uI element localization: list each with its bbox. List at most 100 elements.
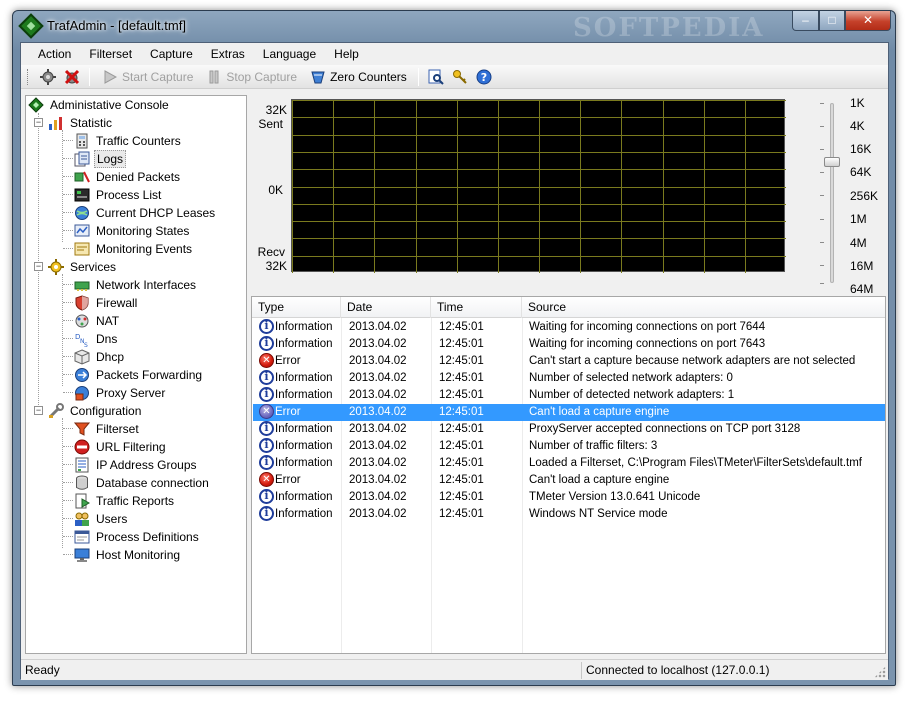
tree-item-network-interfaces[interactable]: Network Interfaces bbox=[74, 276, 198, 294]
configuration-expander[interactable]: − bbox=[34, 406, 43, 415]
error-icon bbox=[259, 353, 274, 368]
log-source: Number of detected network adapters: 1 bbox=[529, 389, 735, 401]
watermark: SOFTPEDIA bbox=[573, 13, 765, 43]
tree-item-ip-address-groups[interactable]: IP Address Groups bbox=[74, 456, 199, 474]
error-icon bbox=[259, 404, 274, 419]
tree-node-statistic[interactable]: Statistic bbox=[48, 114, 114, 132]
log-row[interactable]: Information 2013.04.02 12:45:01 TMeter Vers… bbox=[253, 489, 885, 506]
tree-item-process-definitions[interactable]: Process Definitions bbox=[74, 528, 201, 546]
info-icon bbox=[259, 506, 274, 521]
log-row[interactable]: Information 2013.04.02 12:45:01 Windows NT … bbox=[253, 506, 885, 523]
proxy-icon bbox=[74, 385, 90, 401]
tree-item-users[interactable]: Users bbox=[74, 510, 129, 528]
start-capture-button[interactable]: Start Capture bbox=[95, 68, 199, 86]
find-icon[interactable] bbox=[427, 68, 445, 86]
error-icon bbox=[259, 472, 274, 487]
info-icon bbox=[259, 387, 274, 402]
maximize-button[interactable]: □ bbox=[819, 11, 845, 31]
menu-language[interactable]: Language bbox=[254, 43, 325, 65]
sent-label: Sent bbox=[258, 117, 283, 131]
log-type: Information bbox=[275, 440, 333, 452]
log-type: Error bbox=[275, 474, 301, 486]
scale-slider-thumb[interactable] bbox=[824, 157, 840, 167]
log-row[interactable]: Information 2013.04.02 12:45:01 Loaded a Fi… bbox=[253, 455, 885, 472]
log-time: 12:45:01 bbox=[439, 508, 484, 520]
tree-item-denied-packets[interactable]: Denied Packets bbox=[74, 168, 182, 186]
tree-item-traffic-counters[interactable]: Traffic Counters bbox=[74, 132, 183, 150]
services-expander[interactable]: − bbox=[34, 262, 43, 271]
tree-node-services-label: Services bbox=[70, 260, 117, 274]
tree-item-traffic-reports[interactable]: Traffic Reports bbox=[74, 492, 176, 510]
menu-action[interactable]: Action bbox=[29, 43, 80, 65]
stop-capture-button[interactable]: Stop Capture bbox=[199, 68, 303, 86]
log-source: Loaded a Filterset, C:\Program Files\TMe… bbox=[529, 457, 862, 469]
log-row[interactable]: Information 2013.04.02 12:45:01 ProxyServer… bbox=[253, 421, 885, 438]
zero-counters-label: Zero Counters bbox=[330, 69, 407, 84]
settings-icon[interactable] bbox=[39, 68, 57, 86]
tree-item-dhcp[interactable]: Dhcp bbox=[74, 348, 126, 366]
disconnect-icon[interactable] bbox=[63, 68, 81, 86]
tree-item-label: Monitoring States bbox=[96, 224, 190, 238]
users-icon bbox=[74, 511, 90, 527]
log-row[interactable]: Information 2013.04.02 12:45:01 Waiting for… bbox=[253, 319, 885, 336]
tree-item-monitoring-events[interactable]: Monitoring Events bbox=[74, 240, 194, 258]
toolbar-grip[interactable] bbox=[27, 68, 30, 85]
dns-icon: DNS bbox=[74, 331, 90, 349]
log-row[interactable]: Information 2013.04.02 12:45:01 Waiting for… bbox=[253, 336, 885, 353]
log-list[interactable]: Type Date Time Source Information 2013.04… bbox=[251, 296, 886, 654]
tree-item-packets-forwarding[interactable]: Packets Forwarding bbox=[74, 366, 204, 384]
column-header-time[interactable]: Time bbox=[431, 297, 522, 318]
log-source: ProxyServer accepted connections on TCP … bbox=[529, 423, 801, 435]
tree-root[interactable]: Administative Console bbox=[28, 96, 171, 114]
tree-item-logs[interactable]: Logs bbox=[74, 150, 127, 168]
recv-label: Recv bbox=[257, 245, 285, 259]
log-row[interactable]: Error 2013.04.02 12:45:01 Can't start a cap… bbox=[253, 353, 885, 370]
traffic-graph bbox=[291, 99, 787, 274]
log-row[interactable]: Information 2013.04.02 12:45:01 Number of t… bbox=[253, 438, 885, 455]
menu-extras[interactable]: Extras bbox=[202, 43, 254, 65]
svg-text:S: S bbox=[84, 342, 88, 347]
statistic-expander[interactable]: − bbox=[34, 118, 43, 127]
resize-grip[interactable] bbox=[874, 666, 886, 678]
info-icon bbox=[259, 319, 274, 334]
tree-item-firewall[interactable]: Firewall bbox=[74, 294, 139, 312]
tree-item-proxy-server[interactable]: Proxy Server bbox=[74, 384, 167, 402]
log-time: 12:45:01 bbox=[439, 389, 484, 401]
minimize-button[interactable]: – bbox=[792, 11, 819, 31]
log-date: 2013.04.02 bbox=[349, 423, 407, 435]
title-bar[interactable]: TrafAdmin - [default.tmf] SOFTPEDIA – □ … bbox=[13, 11, 895, 43]
tree-item-process-list[interactable]: Process List bbox=[74, 186, 163, 204]
menu-bar: Action Filterset Capture Extras Language… bbox=[21, 43, 888, 65]
log-row[interactable]: Error 2013.04.02 12:45:01 Can't load a capt… bbox=[253, 472, 885, 489]
log-row[interactable]: Error 2013.04.02 12:45:01 Can't load a capt… bbox=[253, 404, 885, 421]
tree-item-nat[interactable]: NAT bbox=[74, 312, 121, 330]
zero-counters-button[interactable]: Zero Counters bbox=[303, 68, 413, 86]
keys-icon[interactable] bbox=[451, 68, 469, 86]
menu-filterset[interactable]: Filterset bbox=[80, 43, 141, 65]
scale-label-1m: 1M bbox=[850, 212, 867, 226]
column-header-date[interactable]: Date bbox=[341, 297, 431, 318]
tree-item-dhcp-leases[interactable]: Current DHCP Leases bbox=[74, 204, 217, 222]
menu-capture[interactable]: Capture bbox=[141, 43, 202, 65]
tree-item-filterset[interactable]: Filterset bbox=[73, 420, 141, 438]
column-header-type[interactable]: Type bbox=[252, 297, 341, 318]
tree-item-host-monitoring[interactable]: Host Monitoring bbox=[74, 546, 182, 564]
tree-node-services[interactable]: Services bbox=[48, 258, 118, 276]
help-icon[interactable]: ? bbox=[475, 68, 493, 86]
scale-slider-track[interactable] bbox=[830, 103, 834, 283]
menu-help[interactable]: Help bbox=[325, 43, 368, 65]
stop-icon bbox=[205, 68, 223, 86]
tree-item-database-connection[interactable]: Database connection bbox=[74, 474, 211, 492]
column-header-source[interactable]: Source bbox=[522, 297, 885, 318]
log-type: Information bbox=[275, 389, 333, 401]
tree-node-configuration[interactable]: Configuration bbox=[48, 402, 143, 420]
tree-item-url-filtering[interactable]: URL Filtering bbox=[74, 438, 168, 456]
log-row[interactable]: Information 2013.04.02 12:45:01 Number of s… bbox=[253, 370, 885, 387]
log-time: 12:45:01 bbox=[439, 491, 484, 503]
tree-item-dns[interactable]: DNS Dns bbox=[74, 330, 119, 349]
close-button[interactable]: ✕ bbox=[845, 11, 891, 31]
tree-item-monitoring-states[interactable]: Monitoring States bbox=[74, 222, 191, 240]
denied-packets-icon bbox=[74, 169, 90, 185]
log-row[interactable]: Information 2013.04.02 12:45:01 Number of d… bbox=[253, 387, 885, 404]
tree-node-configuration-label: Configuration bbox=[70, 404, 142, 418]
